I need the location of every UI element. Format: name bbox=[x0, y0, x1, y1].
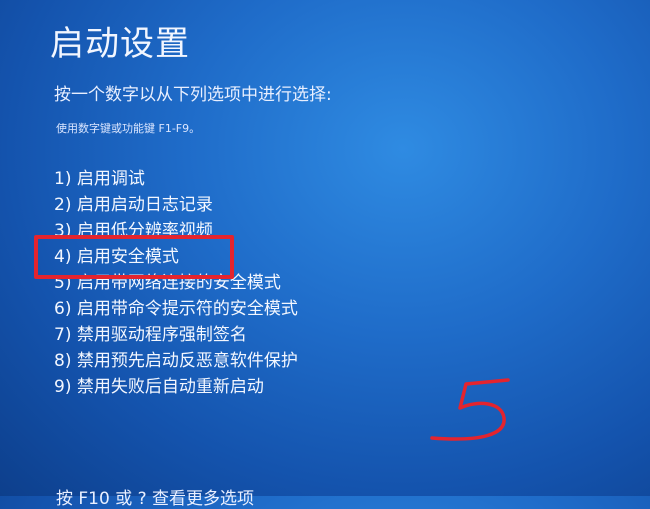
option-disable-auto-restart-on-failure[interactable]: 9) 禁用失败后自动重新启动 bbox=[54, 374, 298, 400]
option-enable-boot-logging[interactable]: 2) 启用启动日志记录 bbox=[54, 192, 298, 218]
page-title: 启动设置 bbox=[50, 24, 190, 64]
startup-settings-screen: 启动设置 按一个数字以从下列选项中进行选择: 使用数字键或功能键 F1-F9。 … bbox=[0, 0, 650, 509]
option-enable-low-resolution-video[interactable]: 3) 启用低分辨率视频 bbox=[54, 218, 298, 244]
option-enable-safe-mode-command-prompt[interactable]: 6) 启用带命令提示符的安全模式 bbox=[54, 296, 298, 322]
more-options-footer: 按 F10 或 ? 查看更多选项 bbox=[56, 489, 255, 509]
handwritten-five-annotation bbox=[430, 378, 510, 441]
selection-prompt: 按一个数字以从下列选项中进行选择: bbox=[54, 85, 332, 105]
startup-options-list: 1) 启用调试 2) 启用启动日志记录 3) 启用低分辨率视频 4) 启用安全模… bbox=[54, 166, 298, 400]
option-enable-debugging[interactable]: 1) 启用调试 bbox=[54, 166, 298, 192]
option-enable-safe-mode-networking[interactable]: 5) 启用带网络连接的安全模式 bbox=[54, 270, 298, 296]
option-disable-driver-signature-enforcement[interactable]: 7) 禁用驱动程序强制签名 bbox=[54, 322, 298, 348]
key-hint: 使用数字键或功能键 F1-F9。 bbox=[56, 122, 201, 135]
option-disable-early-launch-antimalware[interactable]: 8) 禁用预先启动反恶意软件保护 bbox=[54, 348, 298, 374]
option-enable-safe-mode[interactable]: 4) 启用安全模式 bbox=[54, 244, 298, 270]
